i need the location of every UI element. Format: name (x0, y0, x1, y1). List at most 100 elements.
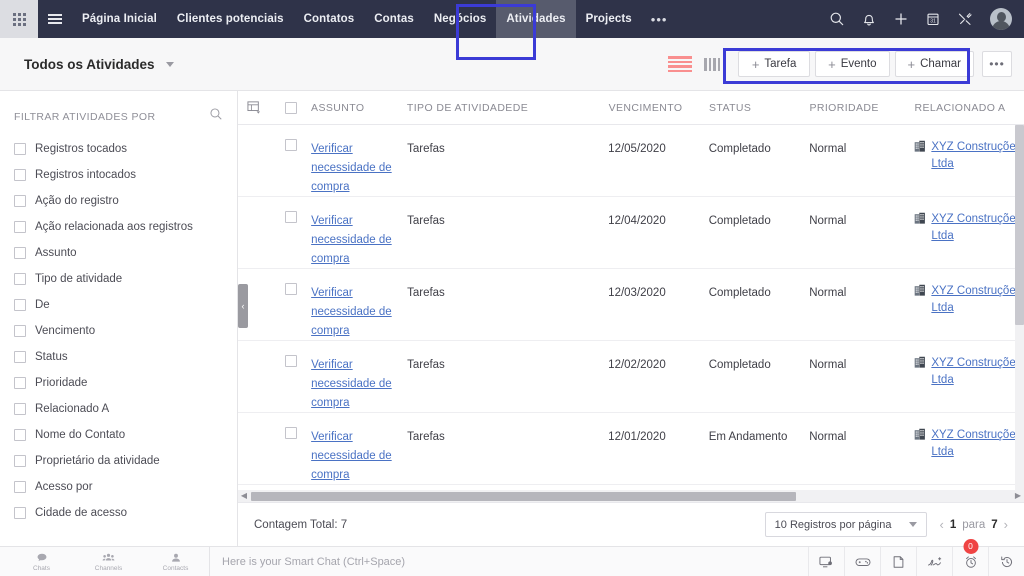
nav-item-pagina-inicial[interactable]: Página Inicial (72, 0, 167, 38)
select-all-checkbox[interactable] (271, 101, 311, 114)
filter-search-icon[interactable] (209, 107, 223, 126)
bottom-item-chats[interactable]: Chats (8, 547, 75, 576)
kanban-view-icon[interactable] (704, 57, 721, 71)
filter-item[interactable]: Assunto (0, 240, 237, 266)
row-checkbox[interactable] (271, 211, 311, 223)
filter-checkbox[interactable] (14, 481, 26, 493)
table-row[interactable]: Verificar necessidade de compra Tarefas 12… (238, 341, 1024, 413)
cell-relacionado-link[interactable]: XYZ Construções Ltda (931, 139, 1024, 173)
filter-checkbox[interactable] (14, 429, 26, 441)
table-row[interactable]: Verificar necessidade de compra Tarefas 12… (238, 413, 1024, 485)
nav-item-contatos[interactable]: Contatos (294, 0, 365, 38)
cell-assunto-link[interactable]: Verificar necessidade de compra (311, 143, 392, 193)
column-header-status[interactable]: STATUS (709, 102, 809, 114)
column-header-vencimento[interactable]: VENCIMENTO (609, 102, 709, 114)
filter-item[interactable]: Proprietário da atividade (0, 448, 237, 474)
column-header-prioridade[interactable]: PRIORIDADE (809, 102, 914, 114)
cell-assunto-link[interactable]: Verificar necessidade de compra (311, 287, 392, 337)
filter-item[interactable]: Vencimento (0, 318, 237, 344)
create-chamar-button[interactable]: + Chamar (894, 51, 974, 77)
history-icon[interactable] (988, 546, 1024, 576)
records-per-page-select[interactable]: 10 Registros por página (764, 512, 928, 537)
previous-page-button[interactable]: ‹ (939, 517, 943, 532)
filter-item[interactable]: De (0, 292, 237, 318)
cell-assunto-link[interactable]: Verificar necessidade de compra (311, 359, 392, 409)
table-row[interactable]: Verificar necessidade de compra Tarefas 12… (238, 125, 1024, 197)
filter-item[interactable]: Nome do Contato (0, 422, 237, 448)
filter-item[interactable]: Registros intocados (0, 162, 237, 188)
filter-checkbox[interactable] (14, 169, 26, 181)
list-view-icon[interactable] (668, 56, 693, 72)
column-header-de[interactable]: DE (513, 102, 609, 114)
next-page-button[interactable]: › (1004, 517, 1008, 532)
horizontal-scrollbar[interactable]: ◀ ▶ (238, 490, 1024, 502)
notes-icon[interactable] (880, 546, 916, 576)
filter-checkbox[interactable] (14, 455, 26, 467)
panel-collapse-handle[interactable]: ‹ (238, 284, 248, 328)
table-row[interactable]: Verificar necessidade de compra Tarefas 12… (238, 269, 1024, 341)
column-header-tipo-de-atividade[interactable]: TIPO DE ATIVIDADE (407, 102, 513, 114)
filter-checkbox[interactable] (14, 273, 26, 285)
signature-icon[interactable] (916, 546, 952, 576)
alarm-clock-icon[interactable]: 0 (952, 538, 988, 576)
create-tarefa-button[interactable]: + Tarefa (738, 51, 811, 77)
view-selector[interactable]: Todos os Atividades (24, 57, 175, 72)
cell-assunto-link[interactable]: Verificar necessidade de compra (311, 215, 392, 265)
cell-relacionado-link[interactable]: XYZ Construções Ltda (931, 283, 1024, 317)
cell-relacionado-link[interactable]: XYZ Construções Ltda (931, 427, 1024, 461)
user-avatar[interactable] (990, 8, 1012, 30)
column-chooser-icon[interactable] (238, 101, 271, 114)
row-checkbox[interactable] (271, 139, 311, 151)
nav-item-contas[interactable]: Contas (364, 0, 424, 38)
filter-checkbox[interactable] (14, 221, 26, 233)
filter-item[interactable]: Ação do registro (0, 188, 237, 214)
app-launcher-button[interactable] (0, 0, 38, 38)
nav-item-negocios[interactable]: Negócios (424, 0, 497, 38)
smart-chat-input[interactable]: Here is your Smart Chat (Ctrl+Space) (210, 556, 405, 568)
filter-checkbox[interactable] (14, 247, 26, 259)
plus-icon[interactable] (886, 0, 916, 38)
column-header-assunto[interactable]: ASSUNTO (311, 102, 407, 114)
filter-item[interactable]: Relacionado A (0, 396, 237, 422)
nav-item-projects[interactable]: Projects (576, 0, 642, 38)
bottom-item-contacts[interactable]: Contacts (142, 547, 209, 576)
filter-item[interactable]: Ação relacionada aos registros (0, 214, 237, 240)
cell-assunto-link[interactable]: Verificar necessidade de compra (311, 431, 392, 481)
filter-checkbox[interactable] (14, 351, 26, 363)
row-checkbox[interactable] (271, 355, 311, 367)
filter-checkbox[interactable] (14, 299, 26, 311)
cell-relacionado-link[interactable]: XYZ Construções Ltda (931, 355, 1024, 389)
scroll-right-arrow[interactable]: ▶ (1012, 490, 1024, 502)
tools-icon[interactable] (950, 0, 980, 38)
filter-item[interactable]: Status (0, 344, 237, 370)
table-row[interactable]: Verificar necessidade de compra Tarefas 12… (238, 197, 1024, 269)
scroll-left-arrow[interactable]: ◀ (238, 490, 250, 502)
nav-item-atividades[interactable]: Atividades (496, 0, 576, 38)
nav-item-clientes-potenciais[interactable]: Clientes potenciais (167, 0, 294, 38)
vertical-scrollbar-thumb[interactable] (1015, 125, 1024, 325)
column-header-relacionado-a[interactable]: RELACIONADO A (914, 102, 1024, 114)
filter-item[interactable]: Cidade de acesso (0, 500, 237, 526)
filter-item[interactable]: Acesso por (0, 474, 237, 500)
horizontal-scrollbar-thumb[interactable] (251, 491, 796, 501)
menu-toggle-button[interactable] (38, 0, 72, 38)
search-icon[interactable] (822, 0, 852, 38)
filter-checkbox[interactable] (14, 507, 26, 519)
filter-item[interactable]: Tipo de atividade (0, 266, 237, 292)
row-checkbox[interactable] (271, 427, 311, 439)
filter-item[interactable]: Prioridade (0, 370, 237, 396)
filter-checkbox[interactable] (14, 377, 26, 389)
calendar-icon[interactable]: 31 (918, 0, 948, 38)
filter-checkbox[interactable] (14, 325, 26, 337)
toolbar-more-button[interactable]: ••• (982, 51, 1012, 77)
nav-more-button[interactable]: ••• (642, 0, 677, 38)
filter-checkbox[interactable] (14, 403, 26, 415)
filter-item[interactable]: Registros tocados (0, 136, 237, 162)
game-controller-icon[interactable] (844, 546, 880, 576)
create-evento-button[interactable]: + Evento (815, 51, 890, 77)
cell-relacionado-link[interactable]: XYZ Construções Ltda (931, 211, 1024, 245)
row-checkbox[interactable] (271, 283, 311, 295)
screenshare-icon[interactable] (808, 546, 844, 576)
filter-checkbox[interactable] (14, 143, 26, 155)
filter-checkbox[interactable] (14, 195, 26, 207)
